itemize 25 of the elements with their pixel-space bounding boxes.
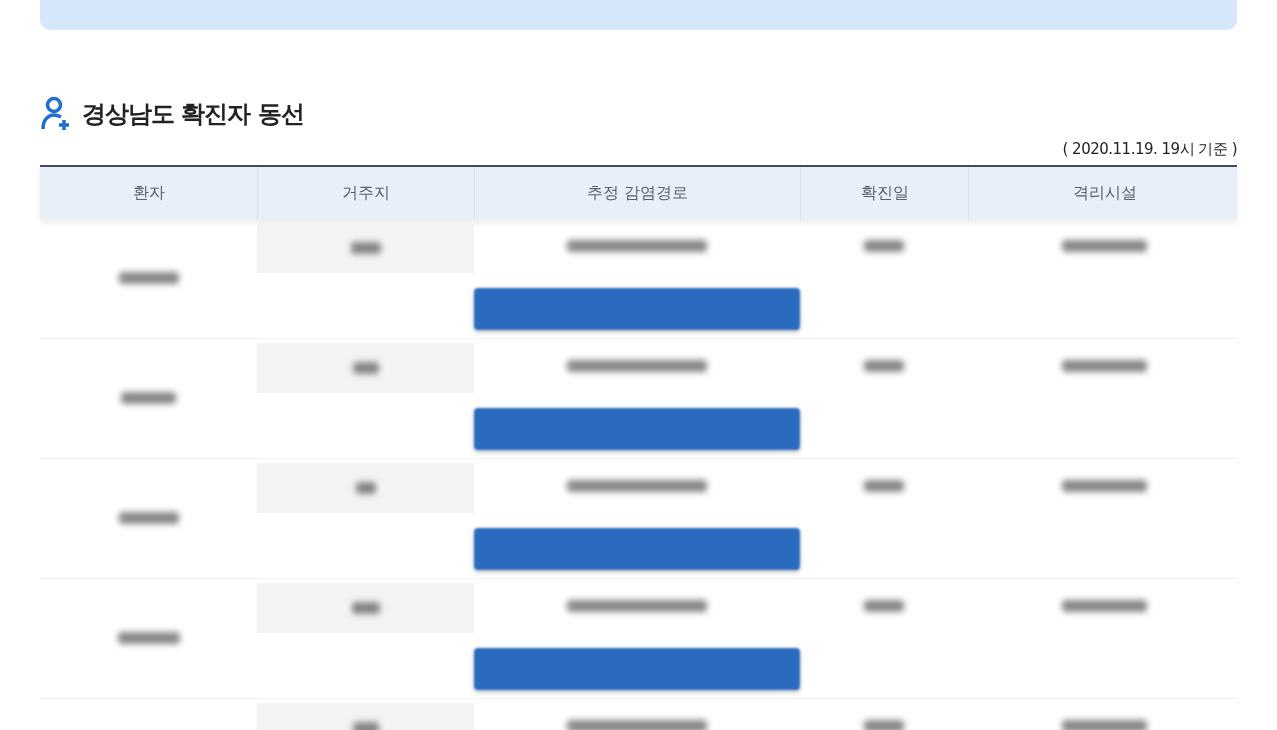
blurred-text xyxy=(864,719,904,730)
route-button[interactable] xyxy=(474,288,800,330)
blurred-text xyxy=(351,601,380,614)
blurred-text xyxy=(864,239,904,252)
column-header: 추정 감염경로 xyxy=(586,181,689,204)
blurred-text xyxy=(864,599,904,612)
blurred-text xyxy=(118,272,179,284)
blurred-text xyxy=(864,359,904,372)
as-of-date: ( 2020.11.19. 19시 기준 ) xyxy=(1062,139,1237,160)
column-header: 거주지 xyxy=(342,181,390,204)
blurred-text xyxy=(864,479,904,492)
blurred-text xyxy=(117,632,180,644)
blurred-text xyxy=(352,721,379,730)
route-button[interactable] xyxy=(474,528,800,570)
column-header: 확진일 xyxy=(860,181,909,204)
blurred-text xyxy=(118,512,179,524)
blurred-text xyxy=(352,361,379,374)
blurred-text xyxy=(350,241,381,254)
column-header: 환자 xyxy=(132,181,165,204)
column-header: 격리시설 xyxy=(1072,181,1137,204)
blurred-text xyxy=(121,392,176,404)
section-title: 경상남도 확진자 동선 xyxy=(82,99,304,130)
route-button[interactable] xyxy=(474,648,800,690)
route-button[interactable] xyxy=(474,408,800,450)
blurred-text xyxy=(355,481,376,494)
